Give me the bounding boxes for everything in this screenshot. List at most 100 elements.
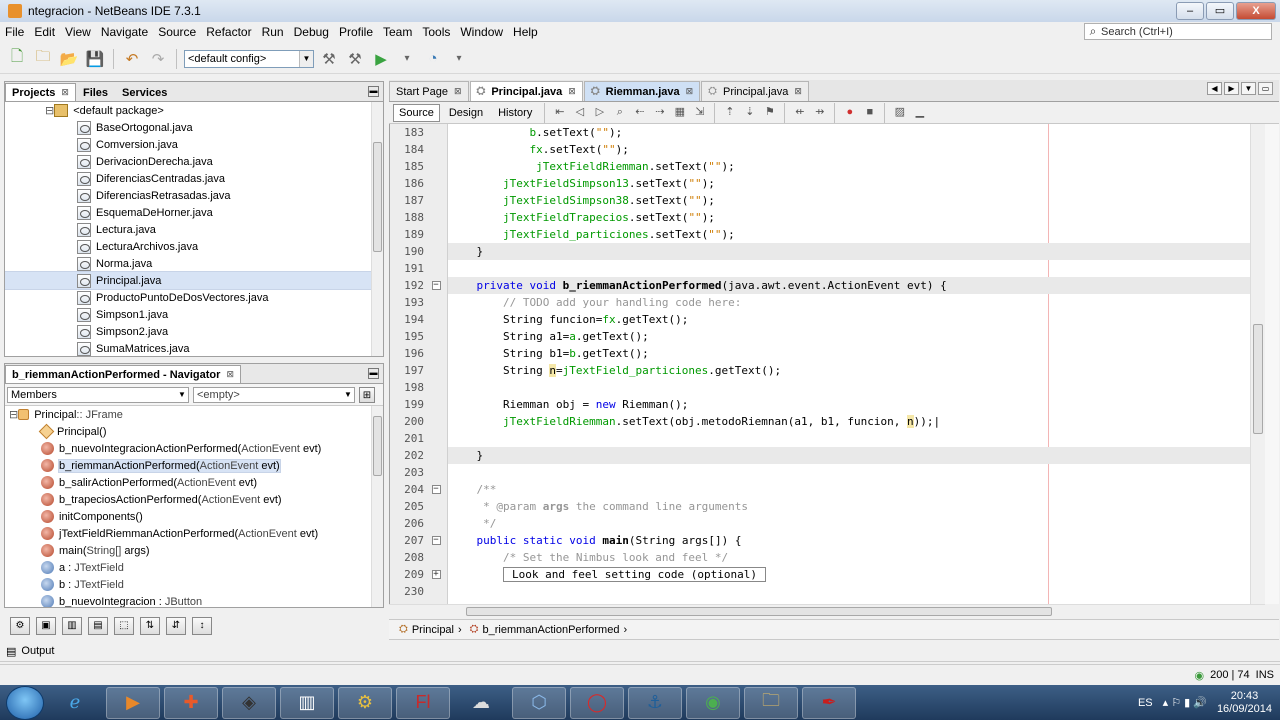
fold-marker[interactable]: − [424,485,448,494]
clock[interactable]: 20:43 16/09/2014 [1217,690,1272,716]
navigator-member[interactable]: main(String[] args) [5,542,383,559]
menu-source[interactable]: Source [153,25,201,39]
navigator-member[interactable]: Principal() [5,423,383,440]
forward-icon[interactable]: ▷ [591,104,608,121]
menu-view[interactable]: View [60,25,96,39]
record-macro-icon[interactable]: ● [841,104,858,121]
new-file-icon[interactable]: 🗋 [6,48,28,70]
app4-icon[interactable]: ◈ [222,686,276,719]
menu-team[interactable]: Team [378,25,417,39]
code-line[interactable]: 209 + Look and feel setting code (optiona… [390,566,1265,583]
navigator-member[interactable]: b_nuevoIntegracion : JButton [5,593,383,607]
comment-icon[interactable]: ▨ [891,104,908,121]
fold-marker[interactable]: + [424,570,448,579]
last-edit-icon[interactable]: ⇤ [551,104,568,121]
menu-refactor[interactable]: Refactor [201,25,256,39]
collapse-icon[interactable]: ⊟ [9,408,18,421]
navigator-root[interactable]: ⊟ Principal :: JFrame [5,406,383,423]
code-line[interactable]: 202 } [390,447,1265,464]
members-select[interactable]: Members ▼ [7,386,189,403]
tree-file[interactable]: Comversion.java [5,136,383,153]
back-icon[interactable]: ◁ [571,104,588,121]
source-tab[interactable]: Source [393,103,440,122]
menu-window[interactable]: Window [455,25,508,39]
editor-tab[interactable]: Start Page ⊠ [389,81,469,101]
new-project-icon[interactable]: 🗀 [32,48,54,70]
prev-bookmark-icon[interactable]: ⇡ [721,104,738,121]
code-line[interactable]: 198 [390,379,1265,396]
code-line[interactable]: 192− private void b_riemmanActionPerform… [390,277,1265,294]
sort-az-icon[interactable]: ↕ [192,617,212,635]
scroll-left-icon[interactable]: ◀ [1207,82,1222,95]
vertical-scrollbar[interactable] [371,102,383,356]
acrobat-icon[interactable]: ✒ [802,686,856,719]
collapse-icon[interactable]: ⊟ [45,104,54,117]
code-line[interactable]: 206 */ [390,515,1265,532]
tab-services[interactable]: Services [115,83,174,101]
code-line[interactable]: 184 fx.setText(""); [390,141,1265,158]
close-icon[interactable]: ⊠ [568,86,576,97]
navigator-member[interactable]: initComponents() [5,508,383,525]
build-icon[interactable]: ⚒ [318,48,340,70]
debug-icon[interactable]: ▾ [396,48,418,70]
navigator-member[interactable]: b_riemmanActionPerformed(ActionEvent evt… [5,457,383,474]
open-project-icon[interactable]: 📂 [58,48,80,70]
app6-icon[interactable]: ⚙ [338,686,392,719]
tree-file[interactable]: DiferenciasRetrasadas.java [5,187,383,204]
code-line[interactable]: 230 [390,583,1265,600]
menu-tools[interactable]: Tools [417,25,455,39]
code-line[interactable]: 187 jTextFieldSimpson38.setText(""); [390,192,1265,209]
tab-projects[interactable]: Projects ⊠ [5,83,76,101]
tray-icons[interactable]: ▴ ⚐ ▮ 🔊 [1163,696,1207,709]
shift-left-icon[interactable]: ⇷ [791,104,808,121]
code-line[interactable]: 200 jTextFieldRiemman.setText(obj.metodo… [390,413,1265,430]
start-button[interactable] [6,685,44,720]
search-box[interactable]: ⌕ Search (Ctrl+I) [1084,23,1272,40]
tree-file[interactable]: Simpson2.java [5,323,383,340]
output-label[interactable]: Output [21,645,54,657]
tree-file[interactable]: Norma.java [5,255,383,272]
filter-icon[interactable]: ⚙ [10,617,30,635]
toggle-highlight-icon[interactable]: ▦ [671,104,688,121]
tree-package[interactable]: ⊟ <default package> [5,102,383,119]
minimize-icon[interactable]: ▬ [368,368,379,379]
opera-icon[interactable]: ◯ [570,686,624,719]
collapse-icon[interactable]: − [431,536,441,545]
menu-edit[interactable]: Edit [29,25,60,39]
notifications-icon[interactable]: ◉ [1194,669,1204,682]
navigator-member[interactable]: a : JTextField [5,559,383,576]
menu-help[interactable]: Help [508,25,543,39]
tree-file[interactable]: SumaMatrices.java [5,340,383,356]
tree-file[interactable]: Principal.java [5,271,383,290]
explorer-icon[interactable]: 🗀 [744,686,798,719]
filter-fields-icon[interactable]: ▣ [36,617,56,635]
maximize-button[interactable]: ▭ [1206,2,1234,20]
breadcrumb-method[interactable]: ⛭ b_riemmanActionPerformed › [470,623,627,636]
menu-file[interactable]: File [0,25,29,39]
close-button[interactable]: X [1236,2,1276,20]
maximize-icon[interactable]: ▭ [1258,82,1273,95]
tree-file[interactable]: EsquemaDeHorner.java [5,204,383,221]
minimize-button[interactable]: ‒ [1176,2,1204,20]
code-line[interactable]: 186 jTextFieldSimpson13.setText(""); [390,175,1265,192]
vertical-scrollbar[interactable] [371,406,383,607]
tree-file[interactable]: BaseOrtogonal.java [5,119,383,136]
empty-select[interactable]: <empty> ▼ [193,386,355,403]
tab-navigator[interactable]: b_riemmanActionPerformed - Navigator ⊠ [5,365,241,383]
profile-icon[interactable]: ◔ [422,48,444,70]
menu-profile[interactable]: Profile [334,25,378,39]
filter-nonpublic-icon[interactable]: ▤ [88,617,108,635]
profile-menu-icon[interactable]: ▾ [448,48,470,70]
navigator-member[interactable]: b_nuevoIntegracionActionPerformed(Action… [5,440,383,457]
filter-inherited-icon[interactable]: ⬚ [114,617,134,635]
code-line[interactable]: 205 * @param args the command line argum… [390,498,1265,515]
scroll-right-icon[interactable]: ▶ [1224,82,1239,95]
language-indicator[interactable]: ES [1138,697,1153,709]
uncomment-icon[interactable]: ▁ [911,104,928,121]
redo-icon[interactable]: ↷ [147,48,169,70]
menu-navigate[interactable]: Navigate [96,25,153,39]
app3-icon[interactable]: ✚ [164,686,218,719]
navigator-member[interactable]: b_trapeciosActionPerformed(ActionEvent e… [5,491,383,508]
code-line[interactable]: 203 [390,464,1265,481]
close-icon[interactable]: ⊠ [794,86,802,97]
